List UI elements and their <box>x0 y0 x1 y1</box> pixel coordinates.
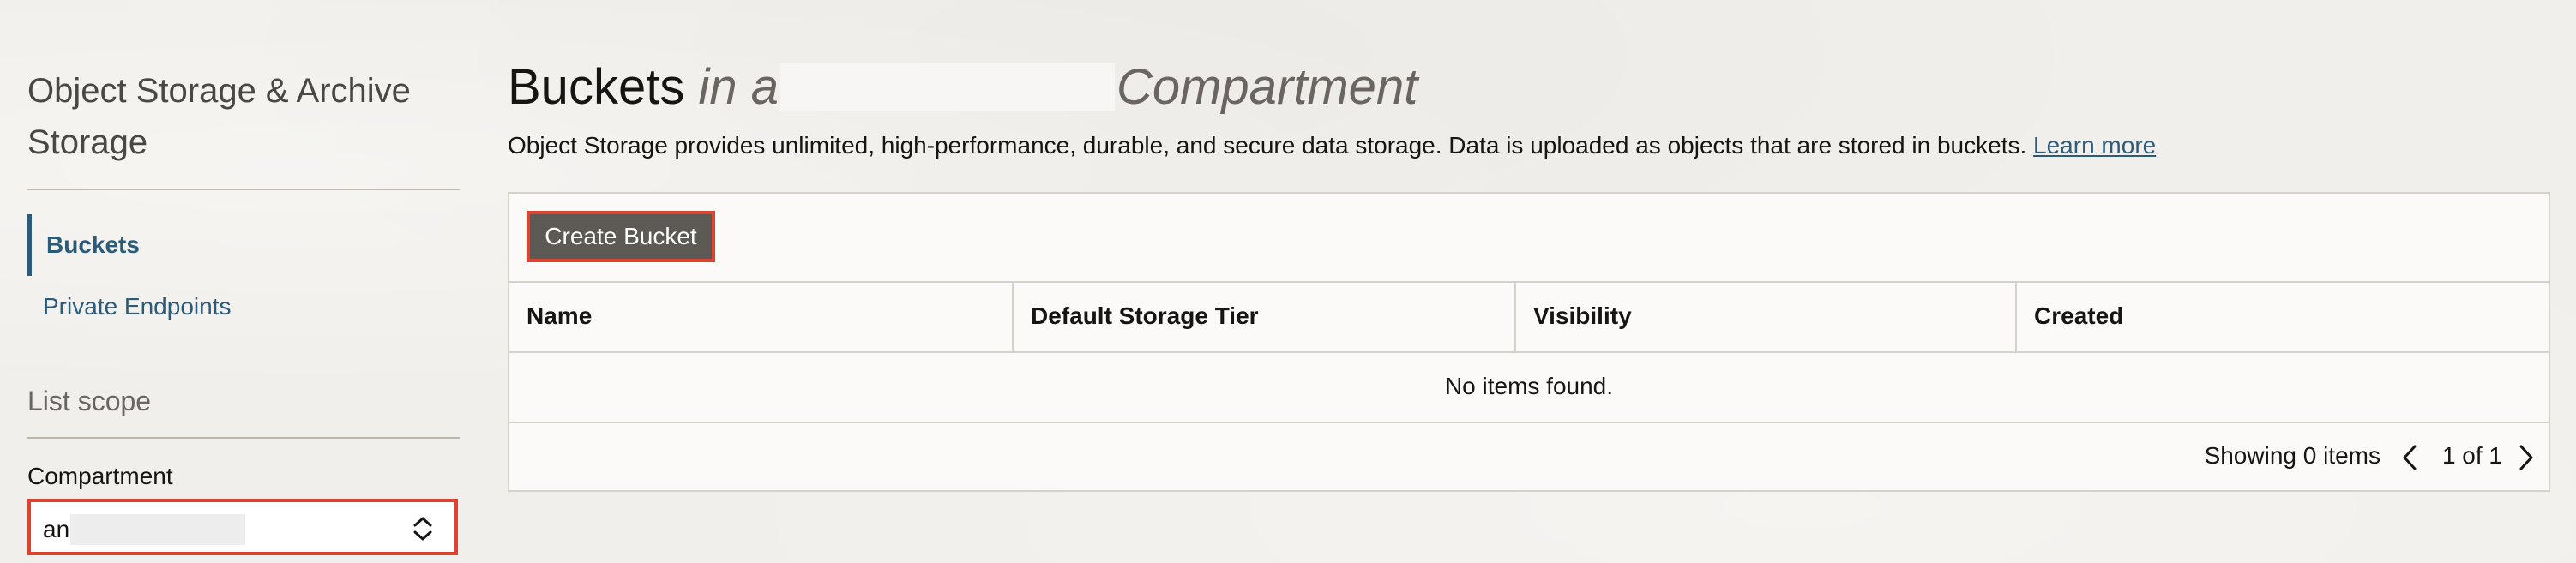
compartment-value: an <box>43 516 70 542</box>
compartment-label: Compartment <box>27 463 173 489</box>
column-header-name[interactable]: Name <box>509 281 1014 351</box>
buckets-table-panel: Create Bucket Name Default Storage Tier … <box>508 192 2550 492</box>
items-count: Showing 0 items <box>2204 442 2380 469</box>
compartment-select[interactable]: an <box>27 499 458 555</box>
learn-more-link[interactable]: Learn more <box>2033 132 2156 159</box>
redacted-region <box>70 514 245 545</box>
table-footer: Showing 0 items 1 of 1 <box>509 422 2549 492</box>
chevron-up-down-icon <box>413 517 432 541</box>
sidebar-item-buckets[interactable]: Buckets <box>27 214 460 276</box>
page-title: Buckets in a Compartment <box>508 55 1417 120</box>
sidebar-item-private-endpoints[interactable]: Private Endpoints <box>27 276 460 338</box>
create-bucket-button[interactable]: Create Bucket <box>527 211 715 262</box>
column-header-created[interactable]: Created <box>2017 281 2549 351</box>
description-text: Object Storage provides unlimited, high-… <box>508 132 2027 159</box>
page-indicator: 1 of 1 <box>2441 442 2502 469</box>
sidebar-item-label: Private Endpoints <box>43 293 232 320</box>
table-header: Name Default Storage Tier Visibility Cre… <box>509 281 2549 353</box>
column-header-storage-tier[interactable]: Default Storage Tier <box>1014 281 1516 351</box>
page-description: Object Storage provides unlimited, high-… <box>508 132 2156 159</box>
sidebar-title: Object Storage & Archive Storage <box>27 72 411 161</box>
redacted-region <box>779 63 1115 111</box>
chevron-left-icon[interactable] <box>2401 444 2418 471</box>
page-title-suffix: Compartment <box>1116 59 1418 115</box>
empty-state-message: No items found. <box>509 351 2549 423</box>
column-header-visibility[interactable]: Visibility <box>1516 281 2017 351</box>
table-toolbar: Create Bucket <box>509 194 2549 283</box>
sidebar-item-label: Buckets <box>46 231 140 258</box>
page-title-in: in a <box>698 59 779 115</box>
page-title-prefix: Buckets <box>508 59 685 115</box>
sidebar-divider <box>27 189 460 190</box>
list-scope-heading: List scope <box>27 386 152 416</box>
list-scope-divider <box>27 437 460 439</box>
chevron-right-icon[interactable] <box>2518 444 2535 471</box>
